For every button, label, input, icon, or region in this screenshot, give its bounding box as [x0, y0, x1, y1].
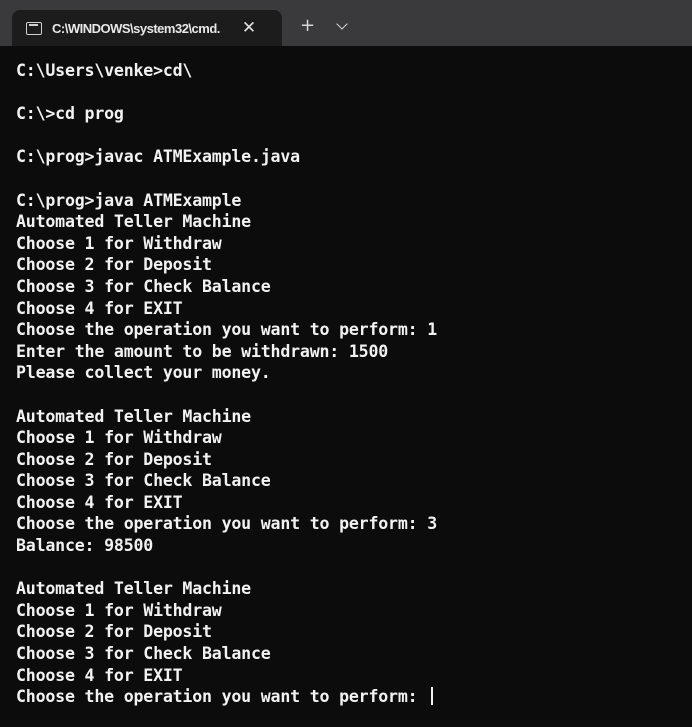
tab-cmd[interactable]: C:\WINDOWS\system32\cmd. ✕	[12, 10, 282, 46]
console-line: Choose 1 for Withdraw	[16, 428, 222, 448]
console-line: Choose 3 for Check Balance	[16, 471, 271, 491]
console-line: Enter the amount to be withdrawn: 1500	[16, 341, 389, 361]
console-line: Choose the operation you want to perform…	[16, 320, 437, 340]
tab-title: C:\WINDOWS\system32\cmd.	[52, 20, 220, 36]
console-line: Choose 1 for Withdraw	[16, 233, 222, 253]
console-line: Choose 3 for Check Balance	[16, 644, 271, 664]
console-line: Automated Teller Machine	[16, 212, 251, 232]
close-icon[interactable]: ✕	[242, 19, 256, 37]
console-line: Automated Teller Machine	[16, 406, 251, 426]
console-line: Automated Teller Machine	[16, 579, 251, 599]
console-line: Choose 1 for Withdraw	[16, 600, 222, 620]
console-line: Choose 4 for EXIT	[16, 298, 183, 318]
console-line: Please collect your money.	[16, 363, 271, 383]
plus-icon[interactable]: +	[300, 17, 315, 35]
console-line: Choose 4 for EXIT	[16, 492, 183, 512]
chevron-down-icon[interactable]	[336, 18, 348, 30]
console-line: Choose the operation you want to perform…	[16, 686, 686, 708]
console-line: Balance: 98500	[16, 536, 154, 556]
console-line: C:\prog>javac ATMExample.java	[16, 147, 300, 167]
console-line: C:\Users\venke>cd\	[16, 61, 193, 80]
terminal-icon	[26, 21, 42, 35]
console-line: Choose 2 for Deposit	[16, 449, 212, 469]
terminal-window: C:\WINDOWS\system32\cmd. ✕ + C:\Users\ve…	[0, 0, 692, 727]
tab-bar: C:\WINDOWS\system32\cmd. ✕ +	[0, 0, 692, 46]
console-line: Choose 4 for EXIT	[16, 665, 183, 685]
console-line: Choose the operation you want to perform…	[16, 514, 437, 534]
console-line: Choose 3 for Check Balance	[16, 276, 271, 296]
text-cursor	[431, 687, 434, 706]
console-line: C:\prog>java ATMExample	[16, 190, 242, 210]
console-line: Choose 2 for Deposit	[16, 255, 212, 275]
console-line: C:\>cd prog	[16, 104, 124, 124]
console-line: Choose 2 for Deposit	[16, 622, 212, 642]
console-output[interactable]: C:\Users\venke>cd\ C:\>cd prog C:\prog>jav…	[16, 60, 686, 720]
